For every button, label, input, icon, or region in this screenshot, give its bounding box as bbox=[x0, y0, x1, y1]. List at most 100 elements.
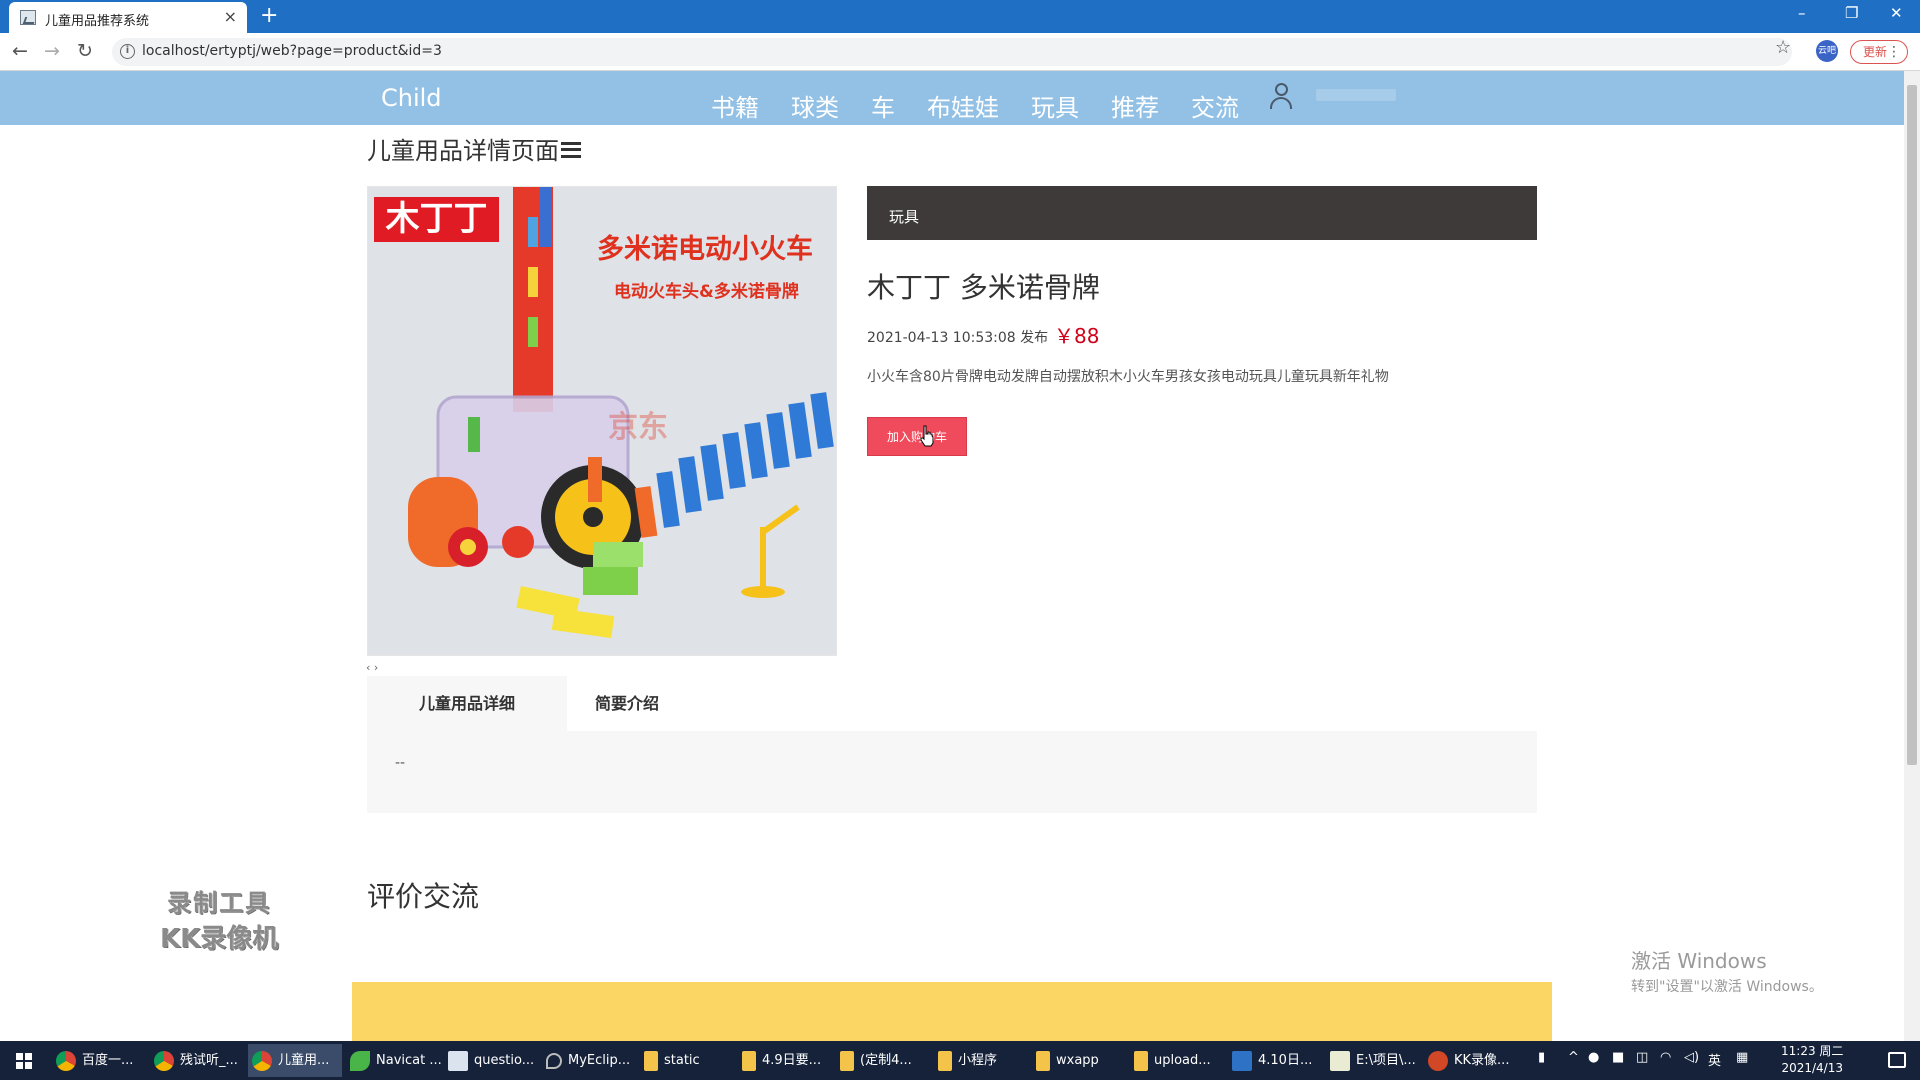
site-navbar: Child 书籍 球类 车 布娃娃 玩具 推荐 交流 bbox=[0, 71, 1904, 125]
windows-start-icon[interactable] bbox=[16, 1053, 32, 1069]
taskbar-item-label: Navicat ... bbox=[376, 1053, 442, 1068]
bookmark-star-icon[interactable]: ☆ bbox=[1775, 37, 1791, 58]
kk-icon bbox=[1428, 1050, 1448, 1071]
taskbar-item-label: KK录像... bbox=[1454, 1053, 1510, 1068]
info-icon[interactable]: i bbox=[120, 44, 135, 59]
tab-product-detail[interactable]: 儿童用品详细 bbox=[367, 676, 567, 731]
folder-icon bbox=[938, 1050, 952, 1071]
nav-item-balls[interactable]: 球类 bbox=[791, 88, 839, 123]
tab-content-panel: -- bbox=[367, 731, 1537, 813]
windows-taskbar: 百度一... 残试听_... 儿童用... Navicat ... questio...… bbox=[0, 1041, 1920, 1080]
tray-app-icon[interactable]: ● bbox=[1588, 1050, 1599, 1065]
scrollbar-thumb[interactable] bbox=[1907, 85, 1917, 765]
taskbar-item-label: 4.10日... bbox=[1258, 1053, 1313, 1068]
nav-item-dolls[interactable]: 布娃娃 bbox=[927, 88, 999, 123]
keyboard-icon[interactable]: ▦ bbox=[1736, 1050, 1748, 1065]
volume-icon[interactable]: ◁) bbox=[1684, 1050, 1699, 1065]
clock-date: 2021/4/13 bbox=[1781, 1061, 1843, 1075]
taskbar-item-label: E:\项目\... bbox=[1356, 1053, 1416, 1068]
wifi-icon[interactable]: ◠ bbox=[1660, 1050, 1671, 1065]
page-viewport: Child 书籍 球类 车 布娃娃 玩具 推荐 交流 儿童用品详情页面 木丁丁 … bbox=[0, 71, 1904, 1041]
category-bar: 玩具 bbox=[867, 186, 1537, 240]
taskbar-item[interactable]: KK录像... bbox=[1424, 1044, 1518, 1077]
close-window-button[interactable]: ✕ bbox=[1890, 4, 1903, 22]
taskbar-item[interactable]: (定制4... bbox=[836, 1044, 930, 1077]
site-brand[interactable]: Child bbox=[381, 84, 442, 112]
tab-close-icon[interactable]: × bbox=[224, 7, 237, 26]
menu-icon[interactable] bbox=[561, 142, 581, 158]
product-description: 小火车含80片骨牌电动发牌自动摆放积木小火车男孩女孩电动玩具儿童玩具新年礼物 bbox=[867, 369, 1389, 385]
chevron-up-icon[interactable]: ^ bbox=[1568, 1050, 1579, 1065]
nav-item-toys[interactable]: 玩具 bbox=[1031, 88, 1079, 123]
taskbar-item[interactable]: Navicat ... bbox=[346, 1044, 442, 1077]
add-to-cart-button[interactable]: 加入购物车 bbox=[867, 417, 967, 456]
page-title-text: 儿童用品详情页面 bbox=[367, 137, 559, 165]
reviews-title: 评价交流 bbox=[367, 880, 480, 913]
tab-content-text: -- bbox=[395, 755, 406, 771]
user-icon[interactable] bbox=[1268, 83, 1294, 111]
notification-icon[interactable] bbox=[1888, 1052, 1906, 1068]
nav-item-recommend[interactable]: 推荐 bbox=[1111, 88, 1159, 123]
taskbar-item[interactable]: 4.10日... bbox=[1228, 1044, 1322, 1077]
taskbar-item-label: questio... bbox=[474, 1053, 535, 1068]
restore-button[interactable]: ❐ bbox=[1845, 4, 1858, 22]
taskbar-item[interactable]: E:\项目\... bbox=[1326, 1044, 1420, 1077]
reload-icon[interactable]: ↻ bbox=[77, 40, 93, 62]
update-button[interactable]: 更新 ⋮ bbox=[1850, 40, 1908, 64]
image-carousel-arrows[interactable]: ‹ › bbox=[366, 661, 378, 674]
chrome-icon bbox=[154, 1050, 174, 1071]
leaf-icon bbox=[350, 1050, 370, 1071]
taskbar-item-label: 儿童用... bbox=[278, 1053, 330, 1068]
new-tab-button[interactable]: + bbox=[260, 3, 278, 28]
product-image[interactable]: 木丁丁 多米诺电动小火车 电动火车头&多米诺骨牌 京东 bbox=[367, 186, 837, 656]
nav-item-cars[interactable]: 车 bbox=[871, 88, 895, 123]
taskbar-item-label: (定制4... bbox=[860, 1053, 912, 1068]
address-bar-row: ← → ↻ i localhost/ertyptj/web?page=produ… bbox=[0, 33, 1920, 71]
page-title: 儿童用品详情页面 bbox=[367, 131, 581, 166]
tab-brief-intro[interactable]: 简要介绍 bbox=[567, 676, 687, 731]
image-headline: 多米诺电动小火车 bbox=[597, 234, 813, 265]
back-arrow-icon[interactable]: ← bbox=[12, 40, 28, 62]
product-name: 木丁丁 多米诺骨牌 bbox=[867, 271, 1100, 304]
taskbar-item[interactable]: 残试听_... bbox=[150, 1044, 244, 1077]
taskbar-item[interactable]: questio... bbox=[444, 1044, 538, 1077]
browser-tab[interactable]: 儿童用品推荐系统 × bbox=[9, 2, 247, 33]
taskbar-item-label: 4.9日要... bbox=[762, 1053, 822, 1068]
user-name-placeholder[interactable] bbox=[1316, 89, 1396, 101]
taskbar-item[interactable]: MyEclip... bbox=[542, 1044, 636, 1077]
taskbar-item-label: wxapp bbox=[1056, 1053, 1099, 1068]
network-icon[interactable]: ◫ bbox=[1636, 1050, 1648, 1065]
folder-icon bbox=[1036, 1050, 1050, 1071]
forward-arrow-icon[interactable]: → bbox=[44, 40, 60, 62]
taskbar-item[interactable]: 百度一... bbox=[52, 1044, 146, 1077]
taskbar-item[interactable]: upload... bbox=[1130, 1044, 1224, 1077]
hand-cursor-icon bbox=[920, 425, 934, 447]
nav-item-community[interactable]: 交流 bbox=[1191, 88, 1239, 123]
windows-activation-notice: 激活 Windows 转到"设置"以激活 Windows。 bbox=[1631, 945, 1823, 996]
taskbar-item[interactable]: wxapp bbox=[1032, 1044, 1126, 1077]
category-label: 玩具 bbox=[889, 208, 920, 226]
recorder-watermark: 录制工具 KK录像机 bbox=[160, 883, 278, 955]
taskbar-item[interactable]: static bbox=[640, 1044, 734, 1077]
taskbar-item[interactable]: 儿童用... bbox=[248, 1044, 342, 1077]
taskbar-item-label: static bbox=[664, 1053, 700, 1068]
menu-dots-icon: ⋮ bbox=[1887, 44, 1901, 60]
taskbar-item[interactable]: 小程序 bbox=[934, 1044, 1028, 1077]
battery-icon[interactable]: ▮ bbox=[1538, 1050, 1545, 1065]
page-scrollbar[interactable] bbox=[1904, 71, 1920, 1041]
tray-shield-icon[interactable]: ■ bbox=[1612, 1050, 1624, 1065]
nav-item-books[interactable]: 书籍 bbox=[711, 88, 759, 123]
taskbar-item[interactable]: 4.9日要... bbox=[738, 1044, 832, 1077]
extension-icon[interactable]: 云吧 bbox=[1816, 40, 1838, 62]
activate-line1: 激活 Windows bbox=[1631, 949, 1767, 973]
reviews-banner bbox=[352, 982, 1552, 1041]
activate-line2: 转到"设置"以激活 Windows。 bbox=[1631, 979, 1823, 995]
tab-title: 儿童用品推荐系统 bbox=[45, 14, 150, 29]
ime-label[interactable]: 英 bbox=[1708, 1050, 1721, 1069]
system-clock[interactable]: 11:23 周二 2021/4/13 bbox=[1781, 1043, 1843, 1077]
image-brand-label: 木丁丁 bbox=[374, 197, 499, 242]
recorder-line1: 录制工具 bbox=[167, 889, 272, 917]
url-input[interactable]: i localhost/ertyptj/web?page=product&id=… bbox=[112, 38, 1792, 66]
recorder-line2: KK录像机 bbox=[160, 924, 279, 954]
minimize-button[interactable]: – bbox=[1798, 4, 1806, 22]
